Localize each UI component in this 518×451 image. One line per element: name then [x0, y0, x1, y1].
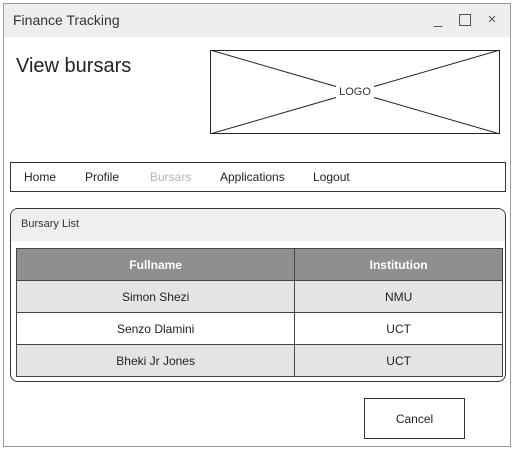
nav-item-home[interactable]: Home: [24, 170, 56, 184]
close-icon[interactable]: ×: [483, 10, 501, 30]
cell-institution: NMU: [294, 280, 503, 313]
title-bar: Finance Tracking _ ×: [4, 4, 510, 37]
bursary-table: Fullname Institution Simon Shezi NMU Sen…: [15, 248, 503, 377]
nav-item-applications[interactable]: Applications: [220, 170, 285, 184]
cell-fullname: Bheki Jr Jones: [15, 344, 296, 377]
panel-title: Bursary List: [21, 218, 80, 230]
cancel-button[interactable]: Cancel: [364, 398, 465, 439]
page-title: View bursars: [16, 55, 132, 77]
panel-header: Bursary List: [11, 209, 505, 241]
cell-institution: UCT: [294, 312, 503, 345]
nav-item-logout[interactable]: Logout: [313, 170, 350, 184]
app-window: Finance Tracking _ × View bursars LOGO H…: [3, 3, 511, 447]
cell-fullname: Senzo Dlamini: [15, 312, 296, 345]
logo-text-wrapper: LOGO: [210, 86, 500, 98]
column-header-institution[interactable]: Institution: [294, 248, 503, 281]
column-header-fullname[interactable]: Fullname: [15, 248, 296, 281]
table-row[interactable]: Senzo Dlamini UCT: [15, 312, 503, 345]
bursary-list-panel: Bursary List Fullname Institution Simon …: [10, 208, 506, 382]
table-row[interactable]: Simon Shezi NMU: [15, 280, 503, 313]
maximize-icon[interactable]: [456, 10, 474, 30]
logo-text: LOGO: [336, 86, 374, 98]
minimize-icon[interactable]: _: [429, 10, 447, 30]
window-title: Finance Tracking: [13, 12, 120, 28]
nav-item-bursars[interactable]: Bursars: [150, 170, 191, 184]
cell-institution: UCT: [294, 344, 503, 377]
main-nav: Home Profile Bursars Applications Logout: [10, 162, 506, 192]
nav-item-profile[interactable]: Profile: [85, 170, 119, 184]
logo-placeholder: LOGO: [210, 50, 500, 134]
table-header-row: Fullname Institution: [15, 248, 503, 281]
table-row[interactable]: Bheki Jr Jones UCT: [15, 344, 503, 377]
cell-fullname: Simon Shezi: [15, 280, 296, 313]
